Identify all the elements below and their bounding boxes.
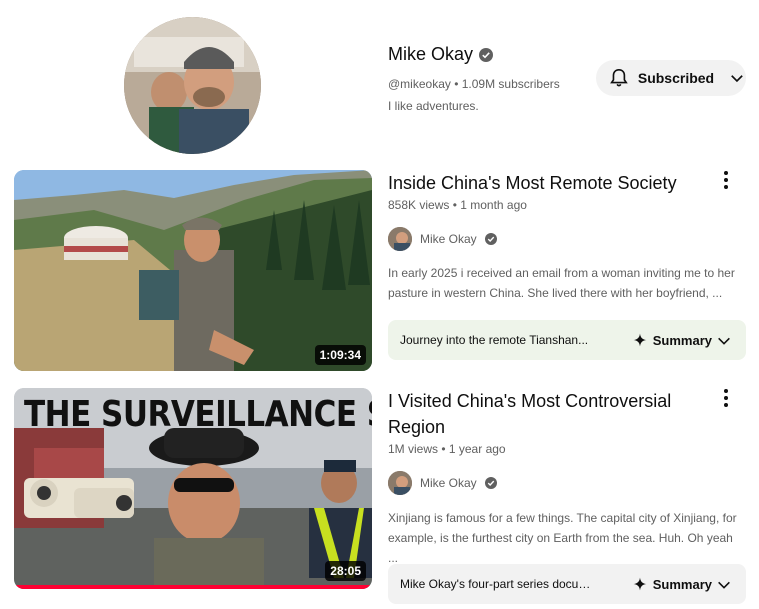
check-circle-icon <box>479 47 494 62</box>
check-circle-icon <box>484 477 497 489</box>
channel-mini-avatar[interactable] <box>388 471 412 495</box>
bell-icon <box>610 68 628 87</box>
video-description-2: Xinjiang is famous for a few things. The… <box>388 511 737 565</box>
video-channel-1[interactable]: Mike Okay <box>388 227 497 251</box>
channel-handle-subscribers: @mikeokay • 1.09M subscribers <box>388 77 560 91</box>
summary-bar-1[interactable]: Journey into the remote Tianshan... Summ… <box>388 320 746 360</box>
chevron-down-icon[interactable] <box>716 577 732 593</box>
dot <box>724 185 728 189</box>
dot <box>724 396 728 400</box>
channel-name[interactable]: Mike Okay <box>388 44 494 65</box>
video-title-2[interactable]: I Visited China's Most Controversial Reg… <box>388 388 708 440</box>
video-channel-2[interactable]: Mike Okay <box>388 471 497 495</box>
vertical-dots-icon <box>724 389 728 393</box>
video-thumbnail-1[interactable]: 1:09:34 <box>14 170 372 371</box>
dot <box>724 178 728 182</box>
thumbnail-text: THE SURVEILLANCE STATE <box>24 394 372 436</box>
summary-button[interactable]: Summary <box>633 577 712 592</box>
sparkle-icon <box>633 577 647 591</box>
vertical-dots-icon <box>724 171 728 175</box>
summary-label: Summary <box>652 576 712 592</box>
video-meta-2: 1M views • 1 year ago <box>388 442 506 456</box>
summary-preview-text: Mike Okay's four-part series document... <box>400 577 596 591</box>
watched-progress-bar <box>14 585 372 589</box>
more-options-button[interactable] <box>716 386 736 410</box>
video-duration: 28:05 <box>325 561 366 581</box>
channel-avatar-image <box>124 17 261 154</box>
channel-avatar[interactable] <box>124 17 261 154</box>
subscribed-label: Subscribed <box>637 70 715 86</box>
chevron-down-icon <box>731 75 743 83</box>
sparkle-icon <box>633 333 647 347</box>
summary-bar-2[interactable]: Mike Okay's four-part series document...… <box>388 564 746 604</box>
summary-preview-text: Journey into the remote Tianshan... <box>400 333 589 347</box>
channel-description[interactable]: I like adventures. <box>388 99 479 113</box>
subscribed-button[interactable]: Subscribed <box>596 60 746 96</box>
video-meta-1: 858K views • 1 month ago <box>388 198 527 212</box>
channel-mini-avatar[interactable] <box>388 227 412 251</box>
video-title-1[interactable]: Inside China's Most Remote Society <box>388 170 708 196</box>
video-channel-name[interactable]: Mike Okay <box>420 476 477 490</box>
check-circle-icon <box>484 233 497 245</box>
more-options-button[interactable] <box>716 168 736 192</box>
channel-name-text[interactable]: Mike Okay <box>388 44 473 65</box>
chevron-down-icon[interactable] <box>716 333 732 349</box>
dot <box>724 403 728 407</box>
summary-button[interactable]: Summary <box>633 333 712 348</box>
thumbnail-image <box>14 170 372 371</box>
video-duration: 1:09:34 <box>314 345 366 365</box>
video-thumbnail-2[interactable]: THE SURVEILLANCE STATE 28:05 <box>14 388 372 589</box>
video-description-1: In early 2025 i received an email from a… <box>388 266 735 300</box>
summary-label: Summary <box>652 332 712 348</box>
avatar-image <box>388 471 412 495</box>
video-channel-name[interactable]: Mike Okay <box>420 232 477 246</box>
avatar-image <box>388 227 412 251</box>
